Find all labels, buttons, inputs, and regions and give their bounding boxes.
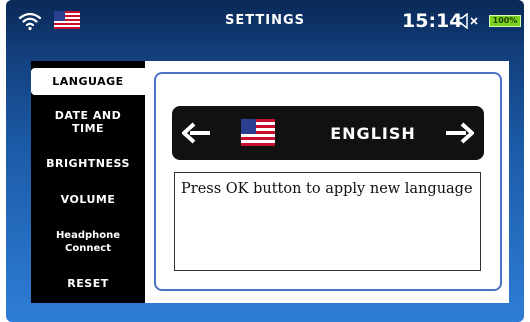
clock: 15:14 [402, 10, 463, 32]
settings-panel: LANGUAGE DATE AND TIME BRIGHTNESS VOLUME… [31, 61, 509, 303]
sidebar-item-label: TIME [71, 122, 105, 135]
arrow-right-icon[interactable] [444, 121, 474, 145]
sidebar-item-reset[interactable]: RESET [31, 277, 145, 290]
status-bar: SETTINGS 15:14 100% [6, 0, 524, 42]
sidebar-item-label: DATE AND [54, 109, 122, 122]
sidebar-item-label: Connect [65, 243, 111, 254]
sidebar-item-date-and-time[interactable]: DATE AND TIME [31, 109, 145, 135]
us-flag-icon [241, 119, 275, 146]
battery-icon: 100% [489, 15, 521, 27]
arrow-left-icon[interactable] [182, 121, 212, 145]
settings-sidebar: LANGUAGE DATE AND TIME BRIGHTNESS VOLUME… [31, 61, 145, 303]
language-content: ENGLISH Press OK button to apply new lan… [154, 72, 502, 291]
sidebar-item-headphone-connect[interactable]: Headphone Connect [31, 229, 145, 255]
message-box: Press OK button to apply new language [174, 172, 481, 271]
sidebar-item-label: BRIGHTNESS [46, 157, 130, 170]
device-screen: SETTINGS 15:14 100% LANGUAGE DATE AND TI… [6, 0, 524, 322]
sidebar-item-label: LANGUAGE [52, 75, 124, 88]
sidebar-item-label: RESET [67, 277, 109, 290]
sidebar-item-volume[interactable]: VOLUME [31, 193, 145, 206]
sidebar-item-label: Headphone [55, 230, 121, 241]
sidebar-item-brightness[interactable]: BRIGHTNESS [31, 157, 145, 170]
language-selector: ENGLISH [172, 106, 484, 160]
sidebar-item-language[interactable]: LANGUAGE [31, 68, 145, 95]
selected-language: ENGLISH [330, 124, 416, 143]
sidebar-item-label: VOLUME [60, 193, 116, 206]
apply-language-message: Press OK button to apply new language [181, 181, 473, 197]
speaker-mute-icon[interactable] [457, 13, 479, 29]
